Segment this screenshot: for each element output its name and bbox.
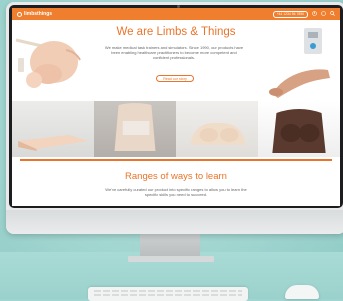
- product-tiles: [12, 101, 340, 157]
- section-title: Ranges of ways to learn: [125, 171, 227, 182]
- hero-title: We are Limbs & Things: [116, 26, 236, 38]
- cart-icon[interactable]: [321, 10, 326, 18]
- search-icon[interactable]: [330, 10, 335, 18]
- nav-actions: +44 1234 56 7890: [272, 10, 335, 18]
- tile-torso-trainer[interactable]: [94, 101, 176, 157]
- section-body: We've carefully curated our product into…: [105, 187, 247, 197]
- user-icon[interactable]: [312, 10, 317, 18]
- mouse: [285, 285, 319, 299]
- monitor: limbsthings +44 1234 56 7890 We are Limb…: [6, 2, 343, 234]
- tile-suture-pad[interactable]: [12, 101, 94, 157]
- website-screen: limbsthings +44 1234 56 7890 We are Limb…: [12, 8, 340, 206]
- monitor-chin: [6, 210, 343, 234]
- hero-section: We are Limbs & Things We make medical ta…: [12, 20, 340, 101]
- hero-body: We make medical task trainers and simula…: [104, 45, 244, 61]
- logo-mark-icon: [17, 11, 22, 17]
- monitor-stand: [140, 232, 200, 258]
- tile-dark-chest-model[interactable]: [258, 101, 340, 157]
- tile-breast-model[interactable]: [176, 101, 258, 157]
- top-nav: limbsthings +44 1234 56 7890: [12, 8, 340, 20]
- keyboard-row: [94, 294, 242, 296]
- keyboard-row: [94, 290, 242, 292]
- monitor-foot: [128, 256, 214, 262]
- site-logo[interactable]: limbsthings: [17, 11, 52, 17]
- logo-text: limbsthings: [24, 11, 53, 17]
- ranges-section: Ranges of ways to learn We've carefully …: [12, 161, 340, 206]
- read-story-button[interactable]: Read our story: [156, 75, 194, 82]
- phone-button[interactable]: +44 1234 56 7890: [272, 10, 308, 18]
